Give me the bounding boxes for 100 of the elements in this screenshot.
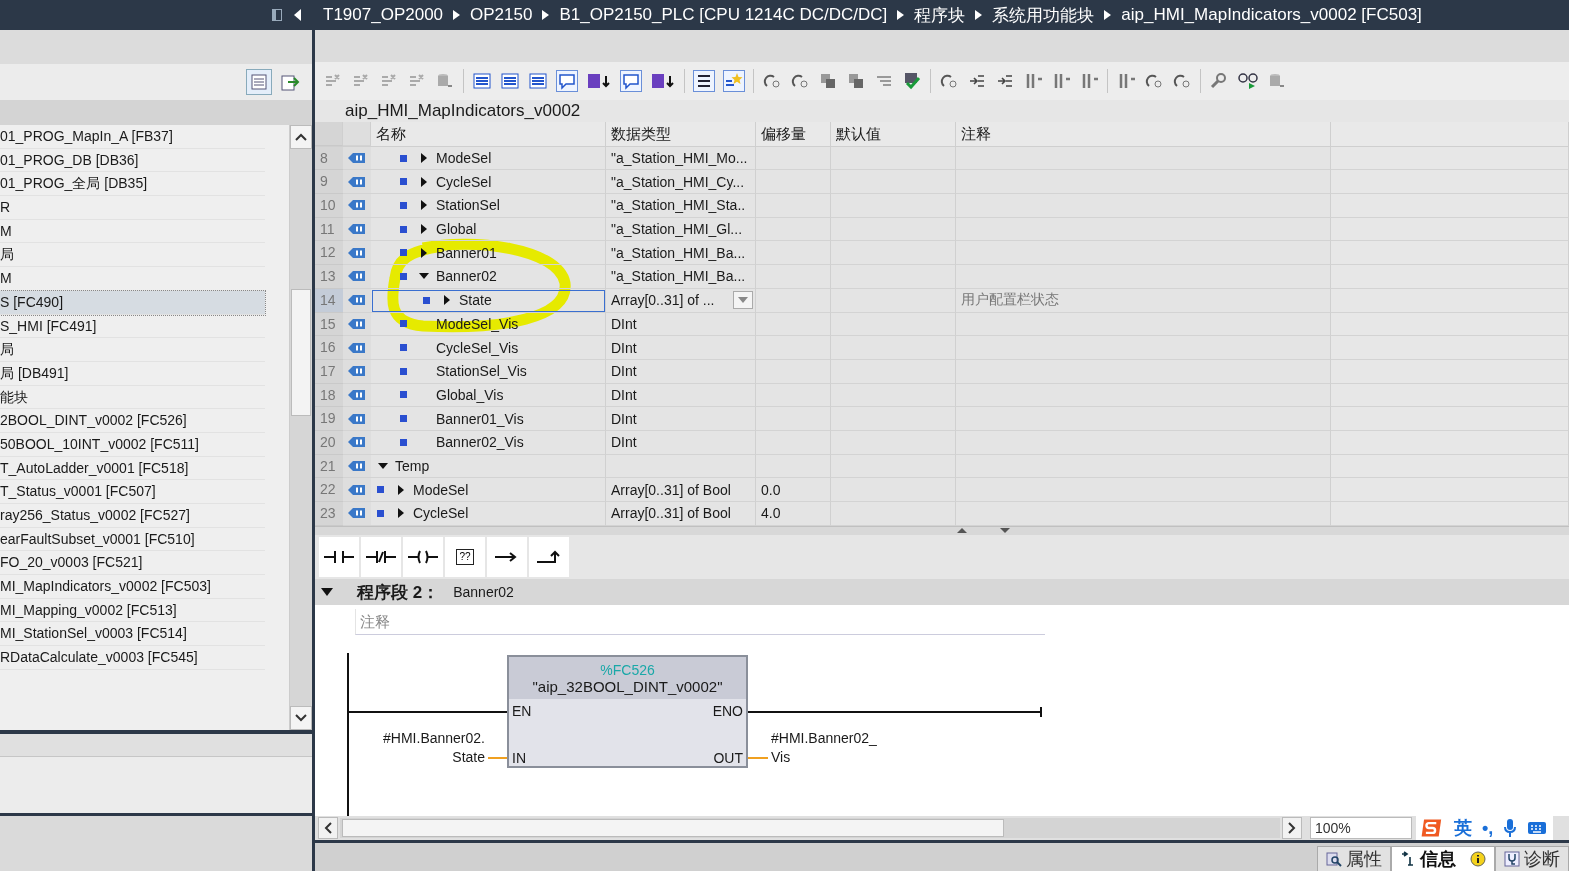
comment-cell[interactable] bbox=[956, 146, 1331, 171]
collapse-arrow-icon[interactable] bbox=[294, 9, 302, 21]
type-cell[interactable]: DInt bbox=[606, 359, 756, 384]
tree-item[interactable]: MI_MapIndicators_v0002 [FC503] bbox=[0, 575, 265, 599]
name-cell[interactable]: ModeSel bbox=[371, 478, 606, 502]
tree-item[interactable]: MI_Mapping_v0002 [FC513] bbox=[0, 598, 265, 623]
type-cell[interactable]: "a_Station_HMI_Gl... bbox=[606, 217, 756, 242]
tree-item[interactable]: M bbox=[0, 219, 265, 244]
default-value-cell[interactable] bbox=[831, 146, 956, 171]
scroll-up-icon[interactable] bbox=[290, 125, 312, 149]
scroll-right-icon[interactable] bbox=[1282, 817, 1302, 839]
table-row[interactable]: 9 CycleSel "a_Station_HMI_Cy... bbox=[315, 170, 1569, 195]
speech-bubble-icon[interactable] bbox=[556, 70, 578, 92]
table-row[interactable]: 17 StationSel_Vis DInt bbox=[315, 359, 1569, 384]
speech-bubble-icon[interactable] bbox=[620, 70, 642, 92]
name-cell[interactable]: StationSel bbox=[371, 194, 606, 218]
column-header[interactable]: 偏移量 bbox=[756, 122, 831, 146]
column-header[interactable]: 数据类型 bbox=[606, 122, 756, 146]
type-cell[interactable]: DInt bbox=[606, 312, 756, 337]
glasses-icon[interactable] bbox=[1237, 71, 1259, 91]
function-block[interactable]: %FC526 "aip_32BOOL_DINT_v0002" EN ENO IN OUT bbox=[507, 655, 748, 768]
type-cell[interactable]: Array[0..31] of Bool bbox=[606, 478, 756, 502]
table-row[interactable]: 23 CycleSel Array[0..31] of Bool 4.0 bbox=[315, 502, 1569, 526]
tree-item[interactable]: T_Status_v0001 [FC507] bbox=[0, 480, 265, 504]
type-cell[interactable]: DInt bbox=[606, 430, 756, 455]
tree-item[interactable]: 局 bbox=[0, 243, 265, 268]
name-cell[interactable]: Banner01_Vis bbox=[371, 407, 606, 431]
name-cell[interactable]: Temp bbox=[371, 454, 606, 479]
name-cell[interactable]: ModeSel bbox=[371, 146, 606, 171]
scroll-down-icon[interactable] bbox=[290, 706, 312, 730]
normally-closed-contact-button[interactable] bbox=[361, 537, 401, 577]
type-cell[interactable]: DInt bbox=[606, 383, 756, 408]
type-cell[interactable]: "a_Station_HMI_Mo... bbox=[606, 146, 756, 171]
name-cell[interactable]: Banner02 bbox=[371, 265, 606, 289]
tree-item[interactable]: 50BOOL_10INT_v0002 [FC511] bbox=[0, 432, 265, 457]
tree-item[interactable]: 01_PROG_全局 [DB35] bbox=[0, 172, 265, 197]
microphone-icon[interactable] bbox=[1503, 818, 1518, 838]
horizontal-scrollbar[interactable]: 100% 英 •, bbox=[315, 816, 1569, 840]
tree-item[interactable]: S_HMI [FC491] bbox=[0, 314, 265, 339]
tab[interactable]: 诊断 bbox=[1495, 846, 1569, 871]
empty-box-button[interactable]: ?? bbox=[445, 537, 485, 577]
list-window-icon[interactable] bbox=[500, 71, 520, 91]
normally-open-contact-button[interactable] bbox=[319, 537, 359, 577]
scroll-thumb[interactable] bbox=[291, 289, 311, 416]
tree-item[interactable]: R bbox=[0, 196, 265, 220]
comment-field[interactable]: 注释 bbox=[355, 609, 1045, 635]
tree-item[interactable]: ray256_Status_v0002 [FC527] bbox=[0, 504, 265, 528]
type-cell[interactable]: Array[0..31] of Bool bbox=[606, 502, 756, 526]
ime-language[interactable]: 英 bbox=[1454, 816, 1472, 840]
tab[interactable]: 属性 bbox=[1317, 846, 1391, 871]
name-cell[interactable]: StationSel_Vis bbox=[371, 359, 606, 384]
table-row[interactable]: 14 State Array[0..31] of ... 用户配置栏状态 bbox=[315, 288, 1569, 313]
name-cell[interactable]: Global bbox=[371, 217, 606, 242]
close-branch-button[interactable] bbox=[529, 537, 569, 577]
comment-cell[interactable]: 用户配置栏状态 bbox=[956, 288, 1331, 313]
name-cell[interactable]: Banner02_Vis bbox=[371, 430, 606, 455]
breadcrumb-item[interactable]: OP2150 bbox=[470, 5, 533, 25]
scroll-thumb[interactable] bbox=[342, 819, 1004, 837]
name-cell[interactable]: CycleSel_Vis bbox=[371, 336, 606, 360]
stacked-squares-icon[interactable] bbox=[818, 71, 838, 91]
keyboard-icon[interactable] bbox=[1527, 820, 1548, 836]
table-row[interactable]: 20 Banner02_Vis DInt bbox=[315, 430, 1569, 455]
list-icon[interactable] bbox=[693, 70, 715, 92]
table-row[interactable]: 13 Banner02 "a_Station_HMI_Ba... bbox=[315, 265, 1569, 289]
tree-item[interactable]: S [FC490] bbox=[0, 290, 265, 315]
table-row[interactable]: 10 StationSel "a_Station_HMI_Sta.. bbox=[315, 194, 1569, 218]
expanded-triangle-icon[interactable] bbox=[321, 587, 333, 597]
type-cell[interactable]: DInt bbox=[606, 407, 756, 431]
breadcrumb-item[interactable]: T1907_OP2000 bbox=[323, 5, 444, 25]
tree-item[interactable]: FO_20_v0003 [FC521] bbox=[0, 551, 265, 576]
type-cell[interactable]: "a_Station_HMI_Sta.. bbox=[606, 194, 756, 218]
dropdown-button[interactable] bbox=[733, 290, 753, 309]
open-branch-button[interactable] bbox=[487, 537, 527, 577]
panel-toggle-icon[interactable] bbox=[272, 9, 282, 21]
tree-item[interactable]: 2BOOL_DINT_v0002 [FC526] bbox=[0, 409, 265, 433]
type-cell[interactable]: DInt bbox=[606, 336, 756, 360]
name-cell[interactable]: State bbox=[371, 288, 606, 313]
default-value-cell[interactable] bbox=[831, 502, 956, 526]
tree-item[interactable]: earFaultSubset_v0001 [FC510] bbox=[0, 527, 265, 552]
tree-item[interactable]: 01_PROG_DB [DB36] bbox=[0, 148, 265, 173]
breadcrumb-item[interactable]: 程序块 bbox=[914, 3, 966, 27]
table-row[interactable]: 21 Temp bbox=[315, 454, 1569, 479]
type-cell[interactable]: Array[0..31] of ... bbox=[606, 288, 756, 313]
table-row[interactable]: 22 ModeSel Array[0..31] of Bool 0.0 bbox=[315, 478, 1569, 502]
output-operand[interactable]: #HMI.Banner02_ Vis bbox=[771, 729, 877, 767]
vertical-scrollbar[interactable] bbox=[289, 125, 312, 730]
tree-item[interactable]: RDataCalculate_v0003 [FC545] bbox=[0, 646, 265, 670]
table-row[interactable]: 8 ModeSel "a_Station_HMI_Mo... bbox=[315, 146, 1569, 171]
checkmark-icon[interactable] bbox=[902, 71, 922, 91]
coil-button[interactable] bbox=[403, 537, 443, 577]
name-cell[interactable]: ModeSel_Vis bbox=[371, 312, 606, 337]
ime-punctuation[interactable]: •, bbox=[1482, 817, 1494, 839]
breadcrumb-item[interactable]: 系统用功能块 bbox=[992, 3, 1095, 27]
scroll-left-icon[interactable] bbox=[318, 817, 338, 839]
table-row[interactable]: 15 ModeSel_Vis DInt bbox=[315, 312, 1569, 337]
tree-item[interactable]: 局 bbox=[0, 338, 265, 362]
column-header[interactable]: 注释 bbox=[956, 122, 1331, 146]
tree-item[interactable]: 能块 bbox=[0, 385, 265, 410]
breadcrumb-item[interactable]: B1_OP2150_PLC [CPU 1214C DC/DC/DC] bbox=[559, 5, 888, 25]
table-row[interactable]: 18 Global_Vis DInt bbox=[315, 383, 1569, 408]
